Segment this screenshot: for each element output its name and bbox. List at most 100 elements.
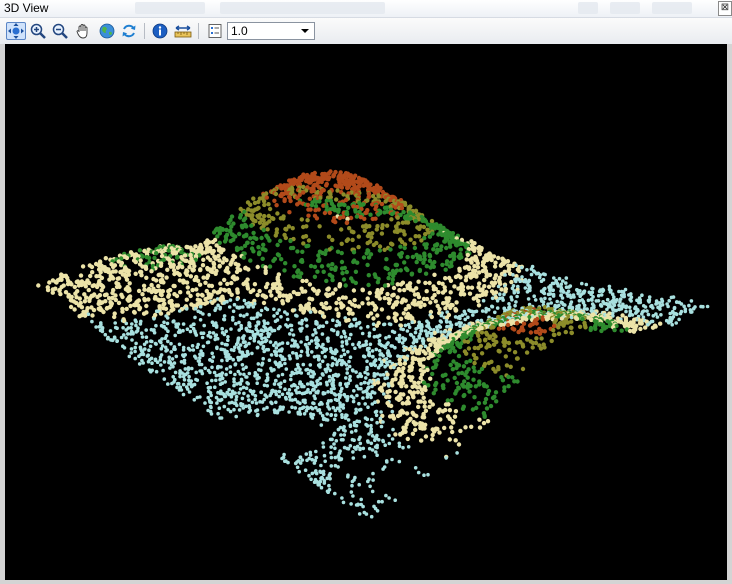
terrain-point: [353, 280, 358, 286]
terrain-point: [228, 365, 233, 369]
navigate-tool-button[interactable]: [6, 22, 26, 40]
pan-button[interactable]: [73, 22, 93, 40]
close-button[interactable]: ⊠: [718, 1, 732, 16]
terrain-point: [310, 350, 314, 354]
measure-button[interactable]: [173, 22, 193, 40]
terrain-point: [539, 279, 544, 283]
terrain-point: [414, 259, 419, 265]
terrain-point: [237, 346, 241, 351]
terrain-point: [256, 245, 261, 250]
terrain-point: [336, 296, 342, 302]
terrain-point: [255, 315, 259, 319]
refresh-button[interactable]: [119, 22, 139, 40]
terrain-point: [171, 364, 175, 369]
terrain-point: [120, 294, 125, 300]
zoom-out-button[interactable]: [50, 22, 70, 40]
terrain-point: [339, 433, 343, 437]
terrain-point: [72, 307, 77, 312]
terrain-point: [383, 364, 387, 369]
terrain-point: [404, 401, 409, 406]
terrain-point: [391, 427, 395, 432]
terrain-point: [368, 342, 373, 347]
terrain-point: [532, 294, 536, 298]
terrain-point: [326, 339, 330, 343]
terrain-point: [400, 220, 406, 225]
terrain-point: [276, 374, 281, 378]
terrain-point: [275, 242, 280, 248]
terrain-point: [146, 255, 152, 261]
terrain-point: [362, 454, 367, 459]
terrain-point: [325, 412, 330, 416]
terrain-point: [246, 304, 251, 309]
terrain-point: [190, 344, 195, 348]
terrain-point: [352, 297, 357, 303]
terrain-point: [480, 309, 485, 313]
terrain-point: [365, 395, 370, 399]
terrain-point: [329, 445, 334, 449]
terrain-point: [274, 400, 278, 405]
terrain-point: [371, 316, 376, 321]
terrain-point: [355, 260, 360, 265]
terrain-point: [241, 337, 245, 341]
terrain-point: [280, 372, 285, 377]
terrain-point: [457, 255, 462, 261]
terrain-point: [314, 331, 318, 335]
terrain-point: [252, 316, 256, 321]
terrain-point: [234, 269, 240, 275]
vertical-scale-dropdown[interactable]: 1.0: [227, 22, 315, 40]
terrain-point: [238, 382, 243, 386]
terrain-point: [179, 388, 184, 392]
terrain-point: [489, 325, 494, 330]
terrain-point: [326, 177, 331, 182]
terrain-point: [218, 398, 223, 403]
terrain-point: [392, 365, 396, 370]
terrain-point: [375, 420, 379, 425]
3d-scene-viewport[interactable]: [5, 44, 727, 580]
terrain-point: [361, 504, 365, 509]
terrain-point: [390, 281, 395, 286]
terrain-point: [426, 355, 431, 361]
terrain-point-cloud: [36, 169, 710, 519]
terrain-point: [376, 335, 380, 339]
terrain-point: [674, 321, 678, 325]
terrain-point: [534, 271, 539, 276]
terrain-point: [353, 269, 359, 274]
full-extent-button[interactable]: [97, 22, 117, 40]
terrain-point: [353, 411, 358, 415]
terrain-point: [277, 389, 282, 394]
terrain-point: [421, 260, 426, 265]
terrain-point: [337, 215, 343, 221]
terrain-point: [670, 322, 674, 327]
zoom-in-button[interactable]: [28, 22, 48, 40]
properties-button[interactable]: [205, 22, 225, 40]
terrain-point: [390, 409, 395, 414]
terrain-point: [447, 437, 452, 442]
terrain-point: [218, 377, 222, 382]
terrain-point: [353, 346, 357, 351]
terrain-point: [265, 395, 269, 399]
terrain-point: [493, 260, 498, 265]
terrain-point: [477, 425, 483, 430]
terrain-point: [398, 244, 403, 249]
terrain-point: [492, 276, 497, 281]
terrain-point: [489, 257, 494, 263]
terrain-point: [284, 367, 289, 371]
identify-button[interactable]: [150, 22, 170, 40]
terrain-point: [506, 374, 511, 380]
terrain-point: [349, 430, 354, 434]
terrain-point: [283, 235, 288, 241]
terrain-point: [299, 349, 304, 354]
terrain-point: [397, 288, 402, 293]
terrain-point: [471, 296, 476, 301]
terrain-point: [382, 210, 387, 215]
terrain-point: [666, 304, 670, 309]
terrain-point: [657, 301, 662, 305]
terrain-point: [287, 394, 292, 399]
terrain-point: [385, 291, 390, 297]
terrain-point: [358, 447, 362, 452]
terrain-point: [336, 203, 342, 208]
terrain-point: [339, 335, 344, 339]
terrain-point: [291, 274, 296, 279]
terrain-point: [371, 471, 375, 476]
terrain-point: [525, 268, 529, 272]
